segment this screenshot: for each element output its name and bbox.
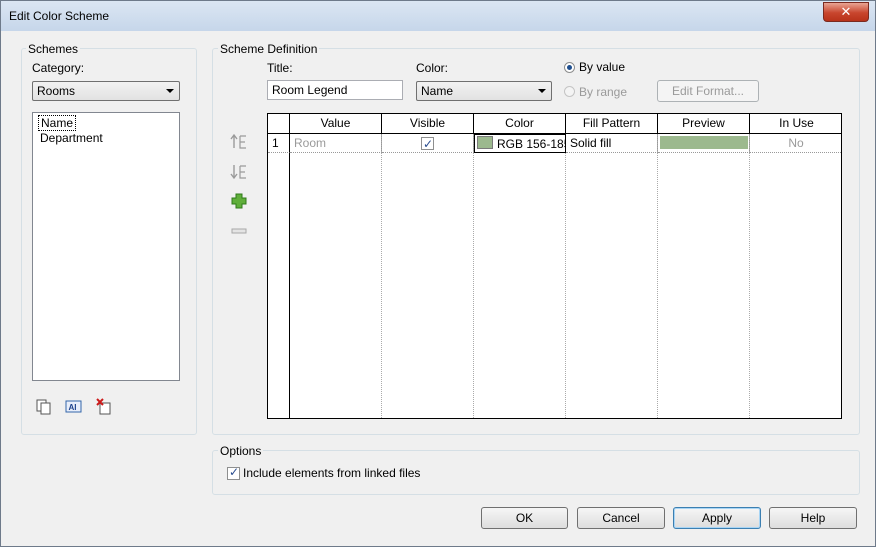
preview-cell [658, 134, 750, 153]
cancel-button[interactable]: Cancel [577, 507, 665, 529]
remove-row-icon[interactable] [230, 222, 248, 240]
list-item[interactable]: Name [38, 115, 77, 131]
ok-button[interactable]: OK [481, 507, 568, 529]
by-value-label[interactable]: By value [579, 60, 625, 74]
title-bar[interactable]: Edit Color Scheme ✕ [1, 1, 875, 31]
svg-text:AI: AI [69, 403, 77, 412]
category-label: Category: [32, 61, 85, 75]
header-preview[interactable]: Preview [658, 114, 750, 134]
include-linked-label[interactable]: Include elements from linked files [243, 466, 420, 480]
category-dropdown[interactable]: Rooms [32, 81, 180, 101]
header-value[interactable]: Value [290, 114, 382, 134]
scheme-definition-group-label: Scheme Definition [218, 42, 320, 56]
value-cell[interactable]: Room [290, 134, 382, 153]
edit-color-scheme-dialog: Edit Color Scheme ✕ Schemes Category: Ro… [0, 0, 876, 547]
window-title: Edit Color Scheme [9, 9, 110, 23]
edit-format-button[interactable]: Edit Format... [657, 80, 759, 102]
apply-button[interactable]: Apply [673, 507, 761, 529]
fill-pattern-cell[interactable]: Solid fill [566, 134, 658, 153]
by-range-radio[interactable] [564, 86, 575, 97]
help-button[interactable]: Help [769, 507, 857, 529]
close-icon: ✕ [840, 4, 852, 19]
color-cell[interactable]: RGB 156-185 [474, 134, 566, 153]
in-use-cell: No [750, 134, 841, 153]
column-divider [473, 134, 474, 418]
table-corner-header [268, 114, 290, 134]
color-dropdown-value: Name [421, 84, 454, 98]
by-range-label[interactable]: By range [579, 85, 627, 99]
options-group-label: Options [218, 444, 264, 458]
close-button[interactable]: ✕ [823, 2, 869, 22]
rename-scheme-icon[interactable]: AI [65, 398, 83, 416]
title-input[interactable] [267, 80, 403, 100]
category-dropdown-value: Rooms [37, 84, 76, 98]
list-item[interactable]: Department [38, 131, 105, 145]
column-divider [657, 134, 658, 418]
chevron-down-icon [538, 89, 546, 93]
include-linked-checkbox[interactable] [227, 465, 240, 480]
header-in-use[interactable]: In Use [750, 114, 841, 134]
move-row-down-icon[interactable] [230, 163, 248, 181]
row-header-divider [289, 134, 290, 418]
schemes-group-label: Schemes [26, 42, 81, 56]
visible-checkbox[interactable] [421, 135, 434, 152]
visible-cell[interactable] [382, 134, 474, 153]
header-fill-pattern[interactable]: Fill Pattern [566, 114, 658, 134]
row-index: 1 [268, 134, 290, 153]
move-row-up-icon[interactable] [230, 133, 248, 151]
color-scheme-table[interactable]: Value Visible Color Fill Pattern Preview… [267, 113, 842, 419]
color-label: Color: [416, 61, 449, 75]
color-dropdown[interactable]: Name [416, 81, 552, 101]
column-divider [381, 134, 382, 418]
column-divider [749, 134, 750, 418]
header-color[interactable]: Color [474, 114, 566, 134]
header-visible[interactable]: Visible [382, 114, 474, 134]
schemes-list[interactable]: Name Department [32, 112, 180, 381]
title-label: Title: [267, 61, 293, 75]
color-swatch [477, 136, 493, 149]
chevron-down-icon [166, 89, 174, 93]
color-value: RGB 156-185 [497, 137, 566, 151]
add-row-icon[interactable] [230, 192, 248, 210]
preview-swatch [660, 136, 748, 149]
by-value-radio[interactable] [564, 62, 575, 73]
duplicate-scheme-icon[interactable] [35, 398, 53, 416]
delete-scheme-icon[interactable] [95, 398, 113, 416]
column-divider [565, 134, 566, 418]
